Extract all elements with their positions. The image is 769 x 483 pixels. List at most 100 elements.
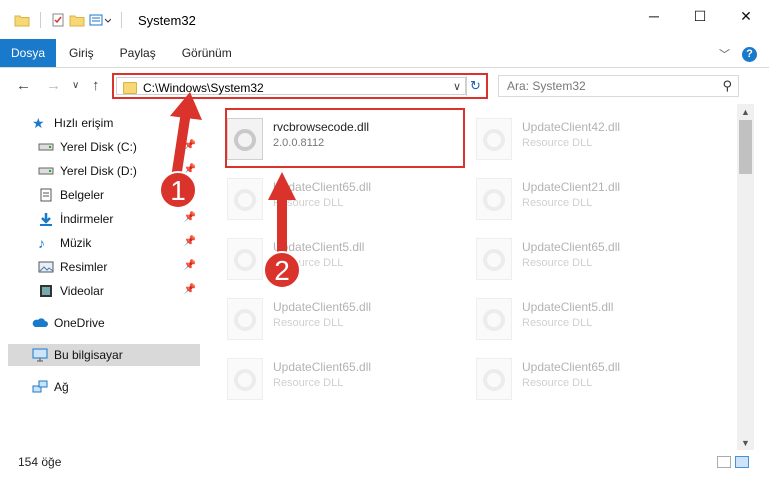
downloads-icon xyxy=(40,213,52,226)
file-description: Resource DLL xyxy=(522,197,593,209)
sidebar-item-downloads[interactable]: İndirmeler 📌 xyxy=(38,208,200,230)
pin-icon[interactable]: 📌 xyxy=(184,260,196,271)
tab-share[interactable]: Paylaş xyxy=(107,39,169,67)
sidebar-item-label: Hızlı erişim xyxy=(54,116,114,130)
star-icon: ★ xyxy=(32,115,45,131)
dll-file-icon xyxy=(227,358,263,400)
back-icon[interactable]: ← xyxy=(16,77,31,94)
minimize-button[interactable]: ─ xyxy=(631,0,677,32)
scroll-up-icon[interactable]: ▲ xyxy=(741,107,750,117)
divider xyxy=(121,12,122,28)
file-name: UpdateClient42.dll xyxy=(522,120,621,134)
list-item[interactable]: UpdateClient21.dll Resource DLL xyxy=(456,172,696,224)
recent-locations-icon[interactable]: ∨ xyxy=(72,80,79,91)
list-item[interactable]: UpdateClient42.dll Resource DLL xyxy=(456,112,696,164)
window-title: System32 xyxy=(138,12,196,28)
tab-file[interactable]: Dosya xyxy=(0,39,56,67)
close-button[interactable]: ✕ xyxy=(723,0,769,32)
details-view-icon[interactable] xyxy=(717,456,731,468)
file-description: Resource DLL xyxy=(273,197,344,209)
list-item[interactable]: rvcbrowsecode.dll 2.0.0.8112 xyxy=(207,112,447,164)
status-bar: 154 öğe xyxy=(0,450,769,474)
new-folder-icon[interactable] xyxy=(69,13,85,27)
file-description: Resource DLL xyxy=(273,257,344,269)
sidebar-item-label: Yerel Disk (D:) xyxy=(60,164,137,178)
search-input[interactable]: Ara: System32 ⚲ xyxy=(498,75,739,97)
forward-icon[interactable]: → xyxy=(46,77,61,94)
folder-icon xyxy=(123,82,137,94)
chevron-down-icon[interactable]: ﹀ xyxy=(719,46,730,62)
ribbon-tabs: Dosya Giriş Paylaş Görünüm ﹀ ? xyxy=(0,39,769,68)
view-switcher xyxy=(717,456,749,468)
sidebar-item-label: Müzik xyxy=(60,236,92,250)
file-name: UpdateClient65.dll xyxy=(273,180,372,194)
maximize-button[interactable]: ☐ xyxy=(677,0,723,32)
pin-icon[interactable]: 📌 xyxy=(184,164,196,175)
address-path[interactable]: C:\Windows\System32 xyxy=(143,81,264,95)
customize-toolbar-icon[interactable] xyxy=(89,13,111,27)
dll-file-icon xyxy=(476,118,512,160)
sidebar-item-music[interactable]: ♪ Müzik 📌 xyxy=(38,232,200,254)
sidebar-item-label: Yerel Disk (C:) xyxy=(60,140,137,154)
sidebar-item-label: OneDrive xyxy=(54,316,105,330)
pin-icon[interactable]: 📌 xyxy=(184,236,196,247)
file-name: UpdateClient21.dll xyxy=(522,180,621,194)
sidebar-item-this-pc[interactable]: Bu bilgisayar xyxy=(8,344,200,366)
videos-icon xyxy=(40,285,52,297)
list-item[interactable]: UpdateClient65.dll Resource DLL xyxy=(456,352,696,404)
up-icon[interactable]: ↑ xyxy=(92,77,100,94)
file-name: UpdateClient65.dll xyxy=(273,360,372,374)
dll-file-icon xyxy=(227,178,263,220)
search-placeholder: Ara: System32 xyxy=(507,79,586,93)
sidebar-item-label: Ağ xyxy=(54,380,69,394)
sidebar-item-pictures[interactable]: Resimler 📌 xyxy=(38,256,200,278)
search-icon[interactable]: ⚲ xyxy=(722,78,732,94)
address-field[interactable]: C:\Windows\System32 ∨ xyxy=(116,77,466,95)
folder-icon[interactable] xyxy=(14,13,30,27)
item-count: 154 öğe xyxy=(18,455,62,469)
list-item[interactable]: UpdateClient5.dll Resource DLL xyxy=(456,292,696,344)
navigation-pane: ★ Hızlı erişim Yerel Disk (C:) 📌 Yerel D… xyxy=(0,104,200,446)
dll-file-icon xyxy=(476,298,512,340)
file-name: UpdateClient5.dll xyxy=(273,240,365,254)
file-description: Resource DLL xyxy=(522,257,593,269)
list-item[interactable]: UpdateClient65.dll Resource DLL xyxy=(207,172,447,224)
list-item[interactable]: UpdateClient65.dll Resource DLL xyxy=(207,352,447,404)
list-item[interactable]: UpdateClient5.dll Resource DLL xyxy=(207,232,447,284)
dll-file-icon xyxy=(227,238,263,280)
file-name: rvcbrowsecode.dll xyxy=(273,120,370,134)
tab-view[interactable]: Görünüm xyxy=(169,39,245,67)
scroll-down-icon[interactable]: ▼ xyxy=(741,438,750,448)
divider xyxy=(40,12,41,28)
pin-icon[interactable]: 📌 xyxy=(184,284,196,295)
pin-icon[interactable]: 📌 xyxy=(184,212,196,223)
sidebar-item-label: Videolar xyxy=(60,284,104,298)
sidebar-item-videos[interactable]: Videolar 📌 xyxy=(38,280,200,302)
sidebar-item-onedrive[interactable]: OneDrive xyxy=(32,312,200,334)
sidebar-item-label: Belgeler xyxy=(60,188,105,202)
list-item[interactable]: UpdateClient65.dll Resource DLL xyxy=(456,232,696,284)
file-version: 2.0.0.8112 xyxy=(273,137,325,149)
address-bar[interactable]: C:\Windows\System32 ∨ ↻ xyxy=(112,73,488,99)
drive-icon xyxy=(38,167,54,175)
sidebar-item-local-disk-d[interactable]: Yerel Disk (D:) 📌 xyxy=(38,160,200,182)
pin-icon[interactable]: 📌 xyxy=(184,140,196,151)
address-dropdown-icon[interactable]: ∨ xyxy=(453,80,461,93)
sidebar-item-network[interactable]: Ağ xyxy=(32,376,200,398)
tab-home[interactable]: Giriş xyxy=(56,39,107,67)
pin-icon[interactable]: 📌 xyxy=(184,188,196,199)
drive-icon xyxy=(38,143,54,151)
scrollbar-thumb[interactable] xyxy=(739,120,752,174)
documents-icon xyxy=(40,188,52,202)
large-icons-view-icon[interactable] xyxy=(735,456,749,468)
help-icon[interactable]: ? xyxy=(742,46,757,62)
properties-icon[interactable] xyxy=(51,13,65,27)
dll-file-icon xyxy=(476,178,512,220)
sidebar-item-local-disk-c[interactable]: Yerel Disk (C:) 📌 xyxy=(38,136,200,158)
refresh-icon[interactable]: ↻ xyxy=(466,76,484,96)
sidebar-item-documents[interactable]: Belgeler 📌 xyxy=(38,184,200,206)
sidebar-item-quick-access[interactable]: ★ Hızlı erişim xyxy=(32,112,200,134)
quick-access-toolbar: System32 xyxy=(0,0,196,40)
vertical-scrollbar[interactable]: ▲ ▼ xyxy=(737,104,754,450)
list-item[interactable]: UpdateClient65.dll Resource DLL xyxy=(207,292,447,344)
